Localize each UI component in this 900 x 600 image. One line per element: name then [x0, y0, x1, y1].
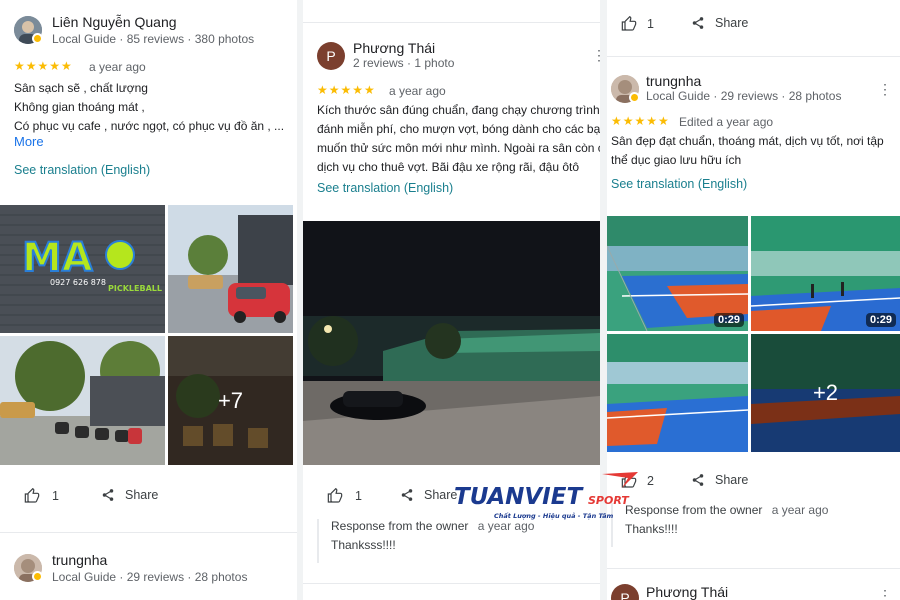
review-video[interactable]: 0:29	[607, 216, 748, 331]
local-guide-badge-icon	[32, 33, 43, 44]
share-icon	[401, 489, 413, 501]
review-photo[interactable]	[607, 334, 748, 452]
more-options-icon[interactable]: ⋮	[878, 82, 892, 96]
avatar[interactable]: P	[317, 42, 345, 70]
svg-text:PICKLEBALL: PICKLEBALL	[108, 284, 162, 293]
like-count: 1	[647, 17, 654, 31]
owner-response: Response from the owner a year ago Thank…	[317, 519, 586, 563]
share-icon	[692, 474, 704, 486]
review-photo[interactable]: +7	[168, 336, 293, 465]
reviewer-name[interactable]: trungnha	[646, 73, 701, 89]
rating-stars: ★★★★★	[14, 59, 73, 73]
divider	[303, 583, 600, 584]
video-duration: 0:29	[713, 313, 744, 327]
like-count: 1	[355, 489, 362, 503]
review-photo[interactable]	[0, 336, 165, 465]
owner-response-date: a year ago	[771, 503, 829, 517]
review-text-line: muốn thử sức môn mới như mình. Ngoài ra …	[317, 141, 600, 155]
share-icon	[692, 17, 704, 29]
brand-name: TUANVIET	[454, 484, 584, 510]
share-icon	[102, 489, 114, 501]
owner-response-text: Thanks!!!!	[625, 522, 678, 536]
share-label: Share	[715, 16, 749, 30]
review-text-line: Không gian thoáng mát ,	[14, 100, 145, 114]
review-photo[interactable]	[303, 221, 600, 465]
reviewer-name[interactable]: trungnha	[52, 552, 107, 568]
local-guide-badge-icon	[32, 571, 43, 582]
review-photo[interactable]: +2	[751, 334, 900, 452]
reviewer-meta: 2 reviews · 1 photo	[353, 56, 455, 70]
review-video[interactable]: 0:29	[751, 216, 900, 331]
like-count: 1	[52, 489, 59, 503]
reviewer-name[interactable]: Phương Thái	[353, 40, 435, 56]
review-text-line: Sân sạch sẽ , chất lượng	[14, 81, 148, 95]
review-column-1: Liên Nguyễn Quang Local Guide · 85 revie…	[0, 0, 297, 600]
divider	[303, 22, 600, 23]
divider	[607, 568, 900, 569]
share-button[interactable]: Share	[101, 488, 158, 502]
reviewer-meta: Local Guide · 29 reviews · 28 photos	[52, 570, 248, 584]
like-button[interactable]: 1	[24, 488, 59, 504]
owner-response-text: Thanksss!!!!	[331, 538, 396, 552]
owner-response-label: Response from the owner	[331, 519, 469, 533]
more-photos-count[interactable]: +2	[751, 334, 900, 452]
svg-text:0927 626 878: 0927 626 878	[50, 278, 106, 287]
review-photo[interactable]	[168, 205, 293, 333]
review-photo[interactable]: MA 0927 626 878 PICKLEBALL	[0, 205, 165, 333]
share-button[interactable]: Share	[691, 473, 748, 487]
review-text-line: dịch vụ cho thuê vợt. Bãi đậu xe rộng rã…	[317, 160, 580, 174]
review-text-line: Có phục vụ cafe , nước ngọt, có phục vụ …	[14, 119, 285, 133]
avatar[interactable]: P	[611, 584, 639, 600]
divider	[0, 532, 297, 533]
owner-response-title: Response from the owner a year ago	[625, 503, 886, 517]
reviewer-meta: Local Guide · 85 reviews · 380 photos	[52, 32, 255, 46]
brand-logo: TUANVIET SPORT Chất Lượng - Hiệu quả - T…	[452, 470, 652, 522]
more-link[interactable]: More	[14, 134, 44, 149]
review-text-line: Sân đẹp đạt chuẩn, thoáng mát, dịch vụ t…	[611, 134, 884, 148]
reviewer-name[interactable]: Liên Nguyễn Quang	[52, 14, 177, 30]
rating-stars: ★★★★★	[611, 114, 670, 128]
review-date: Edited a year ago	[679, 115, 774, 129]
reviewer-name[interactable]: Phương Thái	[646, 584, 728, 600]
more-options-icon[interactable]: ⋮	[592, 48, 600, 62]
tuanviet-logo-icon: TUANVIET SPORT Chất Lượng - Hiệu quả - T…	[454, 472, 638, 520]
svg-text:MA: MA	[22, 235, 93, 281]
see-translation-link[interactable]: See translation (English)	[14, 163, 150, 177]
review-date: a year ago	[89, 60, 146, 74]
reviewer-meta: Local Guide · 29 reviews · 28 photos	[646, 89, 842, 103]
video-duration: 0:29	[865, 313, 896, 327]
more-options-icon[interactable]: ⋮	[878, 588, 892, 600]
brand-sub: SPORT	[588, 494, 630, 507]
owner-response: Response from the owner a year ago Thank…	[611, 503, 886, 547]
review-text-line: Kích thước sân đúng chuẩn, đang chạy chư…	[317, 103, 600, 117]
like-button[interactable]: 1	[327, 488, 362, 504]
brand-tagline: Chất Lượng - Hiệu quả - Tận Tâm	[494, 511, 614, 520]
review-date: a year ago	[389, 84, 446, 98]
thumbs-up-icon	[24, 488, 40, 503]
local-guide-badge-icon	[629, 92, 640, 103]
see-translation-link[interactable]: See translation (English)	[317, 181, 453, 195]
share-label: Share	[125, 488, 159, 502]
like-button[interactable]: 1	[621, 16, 654, 32]
rating-stars: ★★★★★	[317, 83, 376, 97]
review-text-line: thể dục giao lưu hữu ích	[611, 153, 742, 167]
share-button[interactable]: Share	[400, 488, 457, 502]
share-label: Share	[715, 473, 749, 487]
thumbs-up-icon	[327, 488, 343, 503]
thumbs-up-icon	[621, 16, 637, 31]
more-photos-count[interactable]: +7	[168, 336, 293, 465]
share-button[interactable]: Share	[691, 16, 748, 30]
see-translation-link[interactable]: See translation (English)	[611, 177, 747, 191]
review-text-line: đánh miễn phí, cho mượn vợt, bóng dành c…	[317, 122, 600, 136]
divider	[607, 56, 900, 57]
